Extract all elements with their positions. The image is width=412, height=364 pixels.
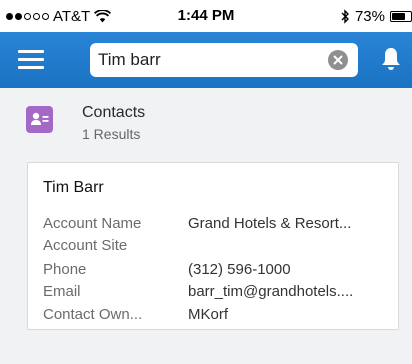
field-label: Contact Own... xyxy=(43,306,143,323)
contacts-icon xyxy=(26,106,53,133)
bluetooth-icon xyxy=(341,8,350,24)
field-label: Account Site xyxy=(43,237,128,254)
field-label: Email xyxy=(43,283,81,300)
status-bar: AT&T 1:44 PM 73% xyxy=(0,0,412,32)
close-icon xyxy=(333,55,343,65)
search-input[interactable] xyxy=(90,45,318,75)
contact-name: Tim Barr xyxy=(43,179,104,196)
field-value: (312) 596-1000 xyxy=(188,261,291,278)
field-label: Account Name xyxy=(43,215,142,232)
field-account-site: Account Site xyxy=(43,235,388,257)
field-value: MKorf xyxy=(188,306,229,323)
field-email: Email barr_tim@grandhotels.... xyxy=(43,281,388,303)
status-right: 73% xyxy=(341,0,412,32)
results-group-title: Contacts xyxy=(82,104,146,121)
results-count: 1 Results xyxy=(82,126,141,142)
notifications-bell-icon[interactable] xyxy=(380,46,402,77)
field-value: barr_tim@grandhotels.... xyxy=(188,283,354,300)
battery-percent: 73% xyxy=(354,7,385,25)
contact-result-card[interactable]: Tim Barr Account Name Grand Hotels & Res… xyxy=(27,162,399,330)
clear-search-button[interactable] xyxy=(328,50,348,70)
battery-fill xyxy=(392,12,406,20)
field-account-name: Account Name Grand Hotels & Resort... xyxy=(43,213,388,235)
search-box xyxy=(90,43,358,77)
field-contact-owner: Contact Own... MKorf xyxy=(43,304,388,326)
menu-icon[interactable] xyxy=(18,48,44,70)
battery-icon xyxy=(390,10,412,22)
field-value: Grand Hotels & Resort... xyxy=(188,215,352,232)
field-label: Phone xyxy=(43,261,87,278)
app-header xyxy=(0,32,412,88)
field-phone: Phone (312) 596-1000 xyxy=(43,259,388,281)
